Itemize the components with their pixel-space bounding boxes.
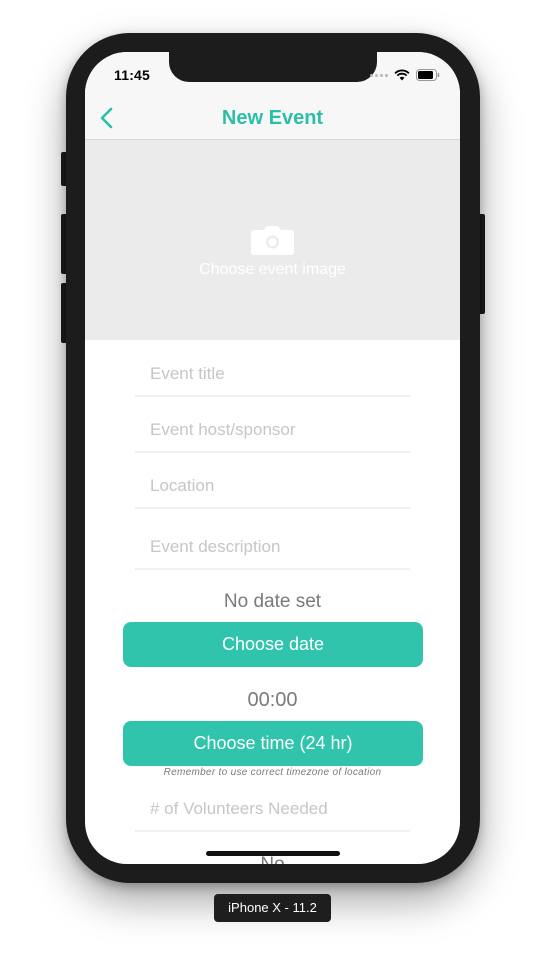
- event-title-input[interactable]: [150, 355, 405, 393]
- navigation-bar: New Event: [85, 96, 460, 140]
- timezone-note: Remember to use correct timezone of loca…: [163, 767, 382, 778]
- event-host-input[interactable]: [150, 411, 405, 449]
- status-icons: [370, 69, 440, 81]
- location-input[interactable]: [150, 467, 405, 505]
- battery-icon: [416, 69, 440, 81]
- phone-screen: 11:45 New Event Choose event image Event…: [85, 52, 460, 864]
- choose-event-image-label: Choose event image: [199, 261, 346, 278]
- date-value-label: No date set: [223, 591, 322, 612]
- status-bar: 11:45: [85, 52, 460, 96]
- camera-icon: [251, 226, 294, 255]
- event-host-field[interactable]: [135, 411, 410, 453]
- status-time: 11:45: [114, 67, 151, 83]
- choose-date-button[interactable]: Choose date: [123, 622, 423, 667]
- signal-icon: [370, 73, 388, 77]
- simulator-stage: 11:45 New Event Choose event image Event…: [0, 0, 545, 964]
- location-field[interactable]: [135, 467, 410, 509]
- device-label: iPhone X - 11.2: [214, 894, 331, 922]
- time-value-label: 00:00: [247, 689, 298, 711]
- event-description-input[interactable]: [150, 528, 405, 566]
- event-description-field[interactable]: [135, 528, 410, 570]
- choose-event-image-button[interactable]: Choose event image: [85, 140, 460, 340]
- home-indicator[interactable]: [206, 851, 340, 856]
- wifi-icon: [394, 69, 410, 81]
- choose-time-button[interactable]: Choose time (24 hr): [123, 721, 423, 766]
- event-title-field[interactable]: [135, 355, 410, 397]
- page-title: New Event: [221, 107, 324, 129]
- volunteers-needed-field[interactable]: [135, 790, 410, 832]
- volunteers-needed-input[interactable]: [150, 790, 405, 828]
- notch: [169, 52, 377, 82]
